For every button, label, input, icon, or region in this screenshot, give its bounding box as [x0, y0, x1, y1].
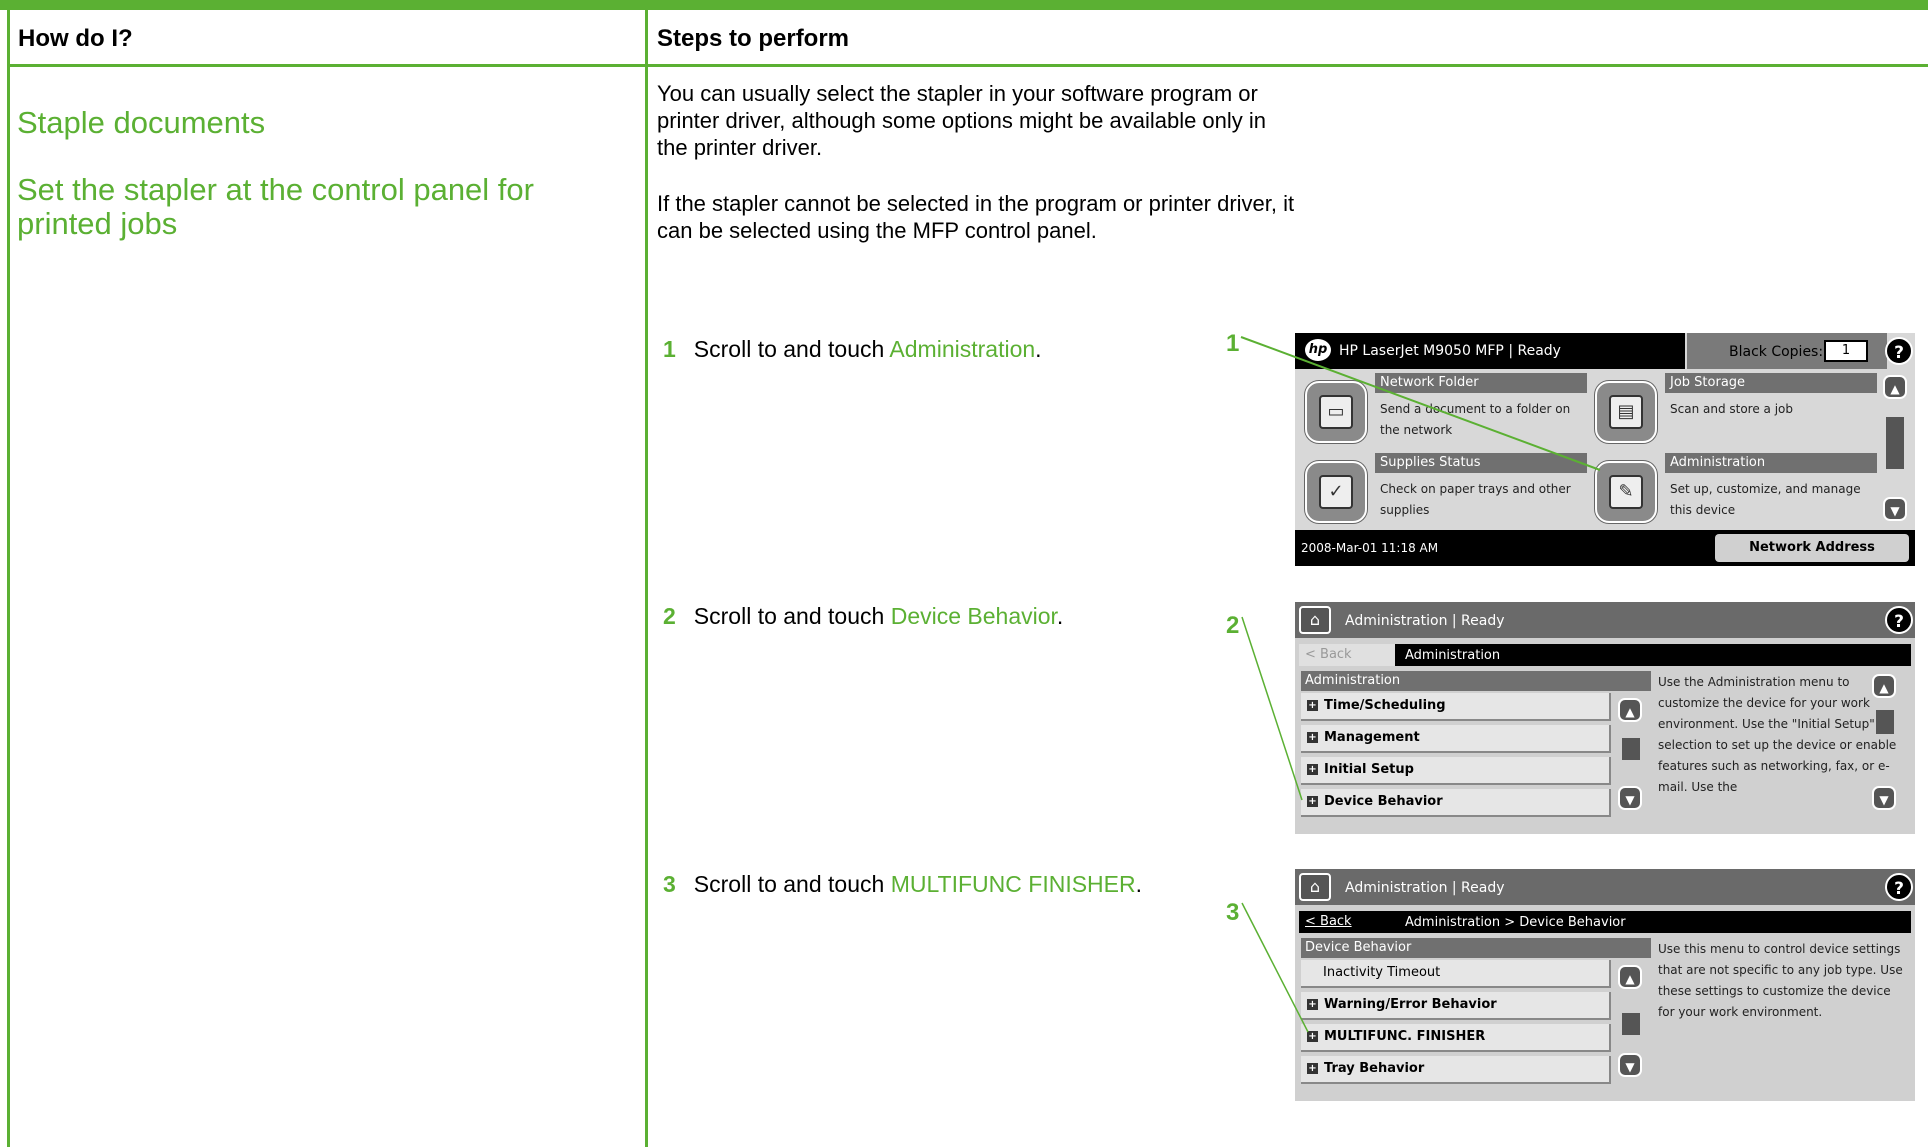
callout-lines — [1240, 336, 1601, 1033]
callout-line-1 — [1240, 336, 1601, 471]
callout-line-3 — [1241, 902, 1309, 1033]
callout-line-2 — [1241, 616, 1303, 801]
